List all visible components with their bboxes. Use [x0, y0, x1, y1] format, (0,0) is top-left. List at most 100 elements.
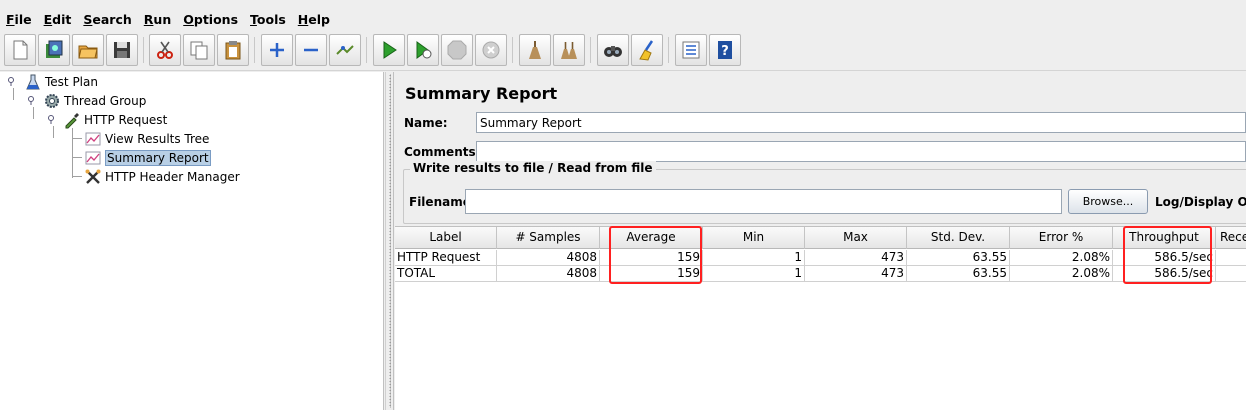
menu-options-rest: ptions	[193, 12, 239, 27]
menu-edit-mnemonic: E	[43, 12, 53, 27]
paste-button[interactable]	[217, 34, 249, 66]
tree-node-label: HTTP Header Manager	[105, 169, 240, 184]
templates-icon	[46, 40, 63, 58]
cell-max: 473	[805, 266, 907, 282]
svg-text:?: ?	[721, 44, 729, 59]
chart-listener-icon	[84, 149, 102, 167]
new-button[interactable]	[4, 34, 36, 66]
menu-search[interactable]: Search	[83, 12, 131, 27]
log-display-only-label: Log/Display Only	[1155, 195, 1246, 209]
shutdown-button[interactable]	[475, 34, 507, 66]
paste-icon	[225, 41, 241, 60]
open-icon	[78, 45, 98, 59]
search-icon	[604, 46, 622, 57]
templates-button[interactable]	[38, 34, 70, 66]
tree-node-label: View Results Tree	[105, 131, 210, 146]
function-helper-button[interactable]	[675, 34, 707, 66]
collapse-button[interactable]	[295, 34, 327, 66]
clear-icon	[529, 41, 541, 59]
start-no-pause-button[interactable]	[407, 34, 439, 66]
filename-field[interactable]	[465, 189, 1062, 214]
menu-options[interactable]: Options	[183, 12, 238, 27]
menu-file[interactable]: File	[6, 12, 32, 27]
cell-samples: 4808	[497, 266, 600, 282]
tree-node-test-plan[interactable]: Test Plan	[24, 72, 98, 91]
function-helper-icon	[682, 41, 700, 59]
tree-expand-handle-thread-group[interactable]	[28, 96, 37, 105]
menu-tools-mnemonic: T	[250, 12, 257, 27]
tree-connector	[72, 138, 82, 139]
cell-min: 1	[703, 266, 805, 282]
column-header-std-dev[interactable]: Std. Dev.	[907, 227, 1010, 249]
menu-options-mnemonic: O	[183, 12, 194, 27]
browse-button[interactable]: Browse...	[1068, 189, 1148, 214]
menu-bar: File Edit Search Run Options Tools Help	[0, 0, 1246, 31]
cell-std-dev: 63.55	[907, 250, 1010, 266]
help-icon: ?	[718, 41, 732, 59]
collapse-icon	[304, 48, 318, 52]
filename-label: Filename	[409, 195, 471, 209]
save-button[interactable]	[106, 34, 138, 66]
cell-label: HTTP Request	[395, 250, 497, 266]
start-button[interactable]	[373, 34, 405, 66]
menu-edit[interactable]: Edit	[44, 12, 72, 27]
split-pane-divider[interactable]	[385, 72, 394, 410]
comments-field[interactable]	[476, 141, 1246, 162]
test-plan-tree: Test Plan Thread Group HTTP Request View…	[0, 72, 384, 410]
tree-node-http-header-manager[interactable]: HTTP Header Manager	[84, 167, 240, 186]
cut-icon	[157, 41, 173, 59]
column-header-min[interactable]: Min	[703, 227, 805, 249]
copy-button[interactable]	[183, 34, 215, 66]
column-header-error-percent[interactable]: Error %	[1010, 227, 1113, 249]
tree-node-thread-group[interactable]: Thread Group	[43, 91, 146, 110]
tree-node-summary-report[interactable]: Summary Report	[84, 148, 211, 167]
menu-edit-rest: dit	[52, 12, 72, 27]
tree-node-view-results-tree[interactable]: View Results Tree	[84, 129, 209, 148]
cell-max: 473	[805, 250, 907, 266]
copy-icon	[190, 41, 208, 60]
stop-icon	[447, 40, 467, 60]
clear-all-button[interactable]	[553, 34, 585, 66]
toolbar-separator	[143, 37, 144, 63]
tree-node-label: Test Plan	[45, 74, 98, 89]
new-icon	[13, 40, 28, 60]
column-header-samples[interactable]: # Samples	[497, 227, 600, 249]
column-header-received[interactable]: Rece	[1216, 227, 1246, 249]
write-results-group-title: Write results to file / Read from file	[410, 161, 656, 175]
comments-label: Comments:	[404, 145, 481, 159]
tools-icon	[84, 168, 102, 186]
toggle-button[interactable]	[329, 34, 361, 66]
open-button[interactable]	[72, 34, 104, 66]
menu-tools[interactable]: Tools	[250, 12, 286, 27]
tree-expand-handle-http-request[interactable]	[48, 115, 57, 124]
menu-run-mnemonic: R	[143, 12, 154, 27]
menu-run[interactable]: Run	[144, 12, 171, 27]
name-field[interactable]	[476, 112, 1246, 133]
menu-file-rest: ile	[14, 12, 32, 27]
toolbar-separator	[254, 37, 255, 63]
table-row[interactable]: TOTAL 4808 159 1 473 63.55 2.08% 586.5/s…	[395, 266, 1246, 282]
tree-connector	[72, 176, 82, 177]
cell-error-percent: 2.08%	[1010, 266, 1113, 282]
expand-button[interactable]	[261, 34, 293, 66]
reset-search-button[interactable]	[631, 34, 663, 66]
clear-button[interactable]	[519, 34, 551, 66]
help-button[interactable]: ?	[709, 34, 741, 66]
tree-connector	[53, 126, 54, 138]
cut-button[interactable]	[149, 34, 181, 66]
name-label: Name:	[404, 116, 448, 130]
toolbar-separator	[512, 37, 513, 63]
tree-node-label: Thread Group	[64, 93, 147, 108]
column-header-label[interactable]: Label	[395, 227, 497, 249]
table-row[interactable]: HTTP Request 4808 159 1 473 63.55 2.08% …	[395, 250, 1246, 266]
stop-button[interactable]	[441, 34, 473, 66]
column-header-max[interactable]: Max	[805, 227, 907, 249]
menu-help-mnemonic: H	[297, 12, 309, 27]
table-header: Label # Samples Average Min Max Std. Dev…	[395, 227, 1246, 249]
search-button[interactable]	[597, 34, 629, 66]
tree-expand-handle-test-plan[interactable]	[8, 77, 17, 86]
menu-help[interactable]: Help	[298, 12, 330, 27]
summary-report-panel: Summary Report Name: Comments: Write res…	[395, 72, 1246, 410]
menu-tools-rest: ools	[256, 12, 286, 27]
tree-node-http-request[interactable]: HTTP Request	[63, 110, 167, 129]
